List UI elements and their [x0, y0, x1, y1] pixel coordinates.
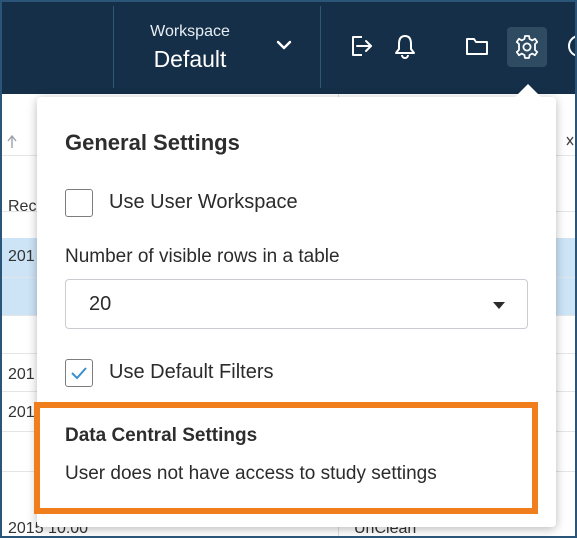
folder-icon[interactable] [464, 33, 490, 59]
data-central-message: User does not have access to study setti… [65, 463, 437, 484]
help-icon[interactable] [566, 33, 577, 59]
header-divider [113, 6, 114, 88]
data-central-title: Data Central Settings [65, 425, 258, 446]
visible-rows-select[interactable]: 20 [65, 279, 528, 329]
bell-icon[interactable] [392, 33, 418, 59]
use-default-filters-checkbox[interactable] [65, 359, 93, 387]
checkmark-icon [71, 367, 87, 380]
export-icon[interactable] [348, 33, 374, 59]
workspace-selector[interactable]: Workspace Default [130, 22, 250, 74]
visible-rows-label: Number of visible rows in a table [65, 246, 340, 267]
popover-arrow [514, 84, 542, 98]
use-user-workspace-label: Use User Workspace [109, 191, 298, 213]
general-settings-popover: General Settings Use User Workspace Numb… [37, 97, 556, 527]
table-cell: 201 [8, 404, 35, 421]
table-cell: 201 [8, 248, 35, 265]
column-header: Rec [8, 198, 37, 215]
popover-title: General Settings [65, 130, 240, 155]
caret-down-icon [493, 302, 505, 309]
table-cell: 201 [8, 366, 35, 383]
use-default-filters-label: Use Default Filters [109, 361, 274, 383]
use-user-workspace-checkbox[interactable] [65, 189, 93, 217]
settings-button[interactable] [507, 27, 547, 67]
workspace-label: Workspace [150, 23, 230, 40]
gear-icon [515, 35, 539, 59]
sort-up-icon[interactable] [6, 134, 18, 150]
chevron-down-icon[interactable] [276, 39, 292, 51]
close-icon[interactable] [565, 134, 575, 148]
app-header: Workspace Default [0, 0, 577, 94]
header-divider [320, 6, 321, 88]
workspace-value: Default [153, 46, 227, 72]
visible-rows-value: 20 [89, 293, 112, 315]
